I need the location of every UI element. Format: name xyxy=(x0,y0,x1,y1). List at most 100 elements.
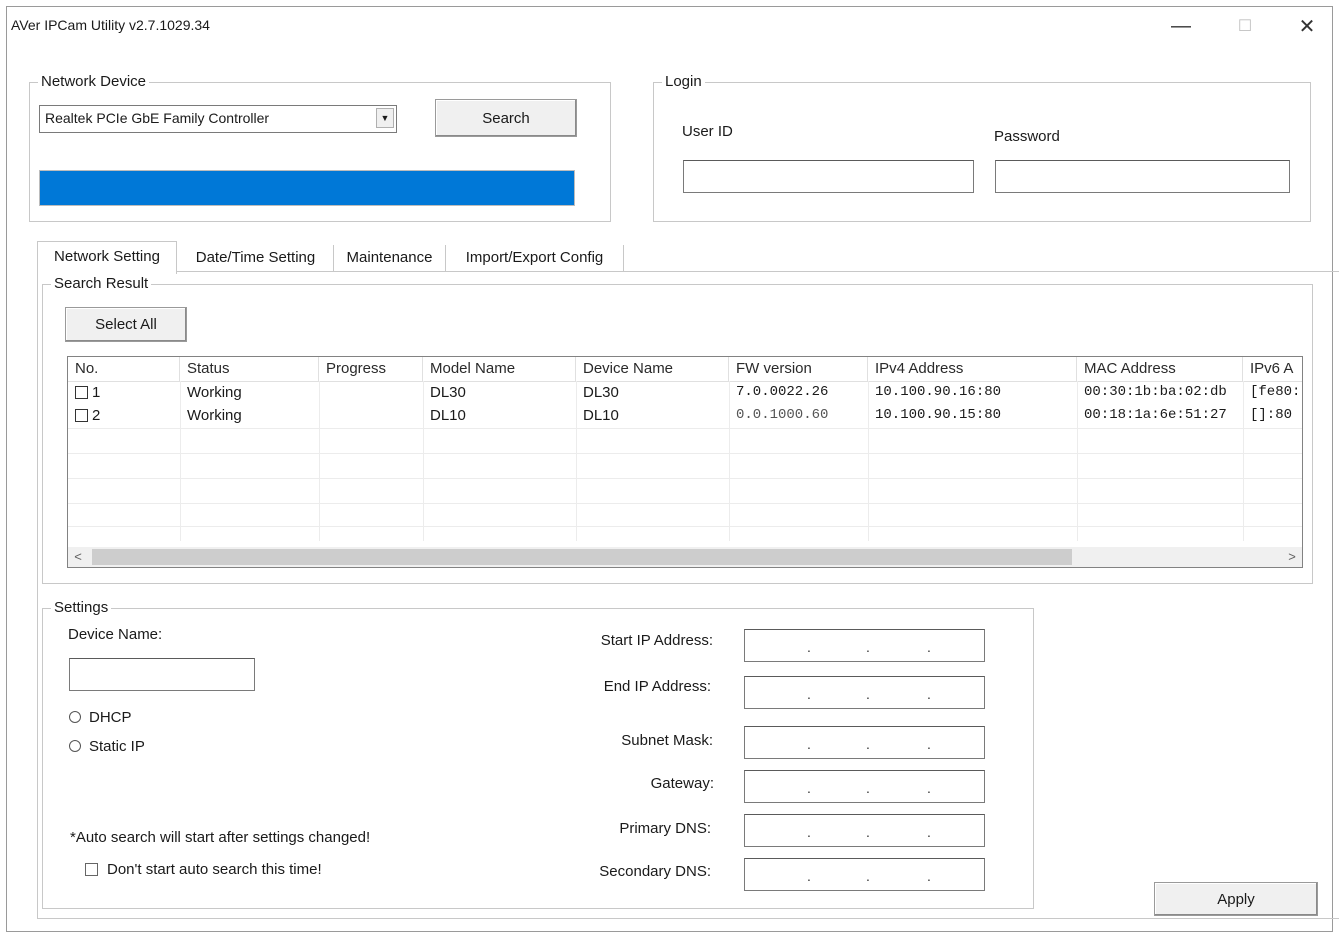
column-header-status[interactable]: Status xyxy=(180,357,319,381)
cell-mac-address: 00:18:1a:6e:51:27 xyxy=(1084,407,1227,423)
primary-dns-input[interactable]: . . . xyxy=(744,814,985,847)
subnet-mask-label: Subnet Mask: xyxy=(621,732,713,749)
row-number: 2 xyxy=(92,407,101,424)
minimize-button[interactable]: — xyxy=(1161,11,1201,41)
ip-separator: . xyxy=(807,824,811,840)
search-button[interactable]: Search xyxy=(435,99,577,137)
cell-device-name: DL10 xyxy=(583,407,619,424)
network-adapter-select[interactable]: Realtek PCIe GbE Family Controller ▼ xyxy=(39,105,397,133)
ip-separator: . xyxy=(807,780,811,796)
static-ip-label: Static IP xyxy=(89,738,145,755)
settings-group: Settings Device Name: DHCP Static IP *Au… xyxy=(42,599,1034,909)
scroll-left-icon[interactable]: < xyxy=(68,547,88,567)
column-header-model-name[interactable]: Model Name xyxy=(423,357,576,381)
cell-ipv4-address: 10.100.90.16:80 xyxy=(875,384,1002,400)
column-header-progress[interactable]: Progress xyxy=(319,357,423,381)
column-header-device-name[interactable]: Device Name xyxy=(576,357,729,381)
cell-model-name: DL10 xyxy=(430,407,466,424)
grid-line xyxy=(68,428,1302,429)
dont-auto-search-label: Don't start auto search this time! xyxy=(107,861,322,878)
chevron-down-icon[interactable]: ▼ xyxy=(376,108,394,128)
cell-progress xyxy=(319,381,423,404)
close-button[interactable]: ✕ xyxy=(1287,11,1327,41)
subnet-mask-input[interactable]: . . . xyxy=(744,726,985,759)
title-bar: AVer IPCam Utility v2.7.1029.34 — ☐ ✕ xyxy=(7,7,1332,47)
ip-separator: . xyxy=(866,824,870,840)
radio-icon xyxy=(69,740,81,752)
password-label: Password xyxy=(994,128,1060,145)
network-device-group-label: Network Device xyxy=(38,73,150,91)
scrollbar-thumb[interactable] xyxy=(92,549,1072,565)
static-ip-radio[interactable]: Static IP xyxy=(69,738,145,755)
radio-icon xyxy=(69,711,81,723)
ip-separator: . xyxy=(927,736,931,752)
settings-group-label: Settings xyxy=(51,599,112,617)
dhcp-radio[interactable]: DHCP xyxy=(69,709,132,726)
table-row[interactable]: 1 Working DL30 DL30 7.0.0022.26 10.100.9… xyxy=(68,381,1302,404)
cell-status: Working xyxy=(187,407,242,424)
apply-button[interactable]: Apply xyxy=(1154,882,1318,916)
ip-separator: . xyxy=(807,639,811,655)
ip-separator: . xyxy=(807,686,811,702)
column-header-fw-version[interactable]: FW version xyxy=(729,357,868,381)
tab-import-export-config[interactable]: Import/Export Config xyxy=(446,245,624,271)
column-header-no[interactable]: No. xyxy=(68,357,180,381)
tab-maintenance[interactable]: Maintenance xyxy=(334,245,446,271)
device-name-input[interactable] xyxy=(69,658,255,691)
ip-separator: . xyxy=(866,736,870,752)
primary-dns-label: Primary DNS: xyxy=(619,820,711,837)
ip-separator: . xyxy=(866,868,870,884)
grid-line xyxy=(68,503,1302,504)
column-header-ipv4-address[interactable]: IPv4 Address xyxy=(868,357,1077,381)
row-checkbox[interactable] xyxy=(75,386,88,399)
dont-auto-search-checkbox[interactable]: Don't start auto search this time! xyxy=(85,861,322,878)
cell-mac-address: 00:30:1b:ba:02:db xyxy=(1084,384,1227,400)
row-checkbox[interactable] xyxy=(75,409,88,422)
row-number: 1 xyxy=(92,384,101,401)
app-window: AVer IPCam Utility v2.7.1029.34 — ☐ ✕ Ne… xyxy=(6,6,1339,932)
ip-separator: . xyxy=(807,868,811,884)
row-checkbox-cell[interactable]: 1 xyxy=(68,381,180,404)
end-ip-label: End IP Address: xyxy=(603,678,711,695)
window-title: AVer IPCam Utility v2.7.1029.34 xyxy=(11,17,210,33)
ip-separator: . xyxy=(807,736,811,752)
cell-fw-version: 7.0.0022.26 xyxy=(736,384,829,400)
end-ip-input[interactable]: . . . xyxy=(744,676,985,709)
column-header-ipv6-address[interactable]: IPv6 A xyxy=(1243,357,1302,381)
search-result-group-label: Search Result xyxy=(51,275,152,293)
cell-device-name: DL30 xyxy=(583,384,619,401)
user-id-input[interactable] xyxy=(683,160,974,193)
search-progress-bar xyxy=(39,170,575,206)
maximize-button[interactable]: ☐ xyxy=(1225,11,1265,41)
password-input[interactable] xyxy=(995,160,1290,193)
grid-line xyxy=(68,526,1302,527)
horizontal-scrollbar[interactable]: < > xyxy=(68,547,1302,567)
login-group: Login User ID Password xyxy=(653,73,1311,222)
grid-line xyxy=(68,453,1302,454)
cell-ipv4-address: 10.100.90.15:80 xyxy=(875,407,1002,423)
tab-date-time-setting[interactable]: Date/Time Setting xyxy=(178,245,334,271)
start-ip-input[interactable]: . . . xyxy=(744,629,985,662)
grid-line xyxy=(68,478,1302,479)
auto-search-note: *Auto search will start after settings c… xyxy=(70,829,371,846)
device-name-label: Device Name: xyxy=(68,626,163,643)
cell-model-name: DL30 xyxy=(430,384,466,401)
cell-fw-version: 0.0.1000.60 xyxy=(736,407,829,423)
ip-separator: . xyxy=(927,780,931,796)
ip-separator: . xyxy=(866,686,870,702)
tab-network-setting[interactable]: Network Setting xyxy=(37,241,177,274)
minimize-icon: — xyxy=(1171,14,1191,37)
ip-separator: . xyxy=(927,686,931,702)
table-row[interactable]: 2 Working DL10 DL10 0.0.1000.60 10.100.9… xyxy=(68,404,1302,427)
checkbox-icon xyxy=(85,863,98,876)
cell-ipv6-address: []:80 xyxy=(1250,407,1293,423)
close-icon: ✕ xyxy=(1298,15,1316,38)
row-checkbox-cell[interactable]: 2 xyxy=(68,404,180,427)
scroll-right-icon[interactable]: > xyxy=(1282,547,1302,567)
secondary-dns-input[interactable]: . . . xyxy=(744,858,985,891)
maximize-icon: ☐ xyxy=(1237,18,1253,35)
select-all-button[interactable]: Select All xyxy=(65,307,187,342)
gateway-input[interactable]: . . . xyxy=(744,770,985,803)
column-header-mac-address[interactable]: MAC Address xyxy=(1077,357,1243,381)
network-device-group: Network Device Realtek PCIe GbE Family C… xyxy=(29,73,611,222)
